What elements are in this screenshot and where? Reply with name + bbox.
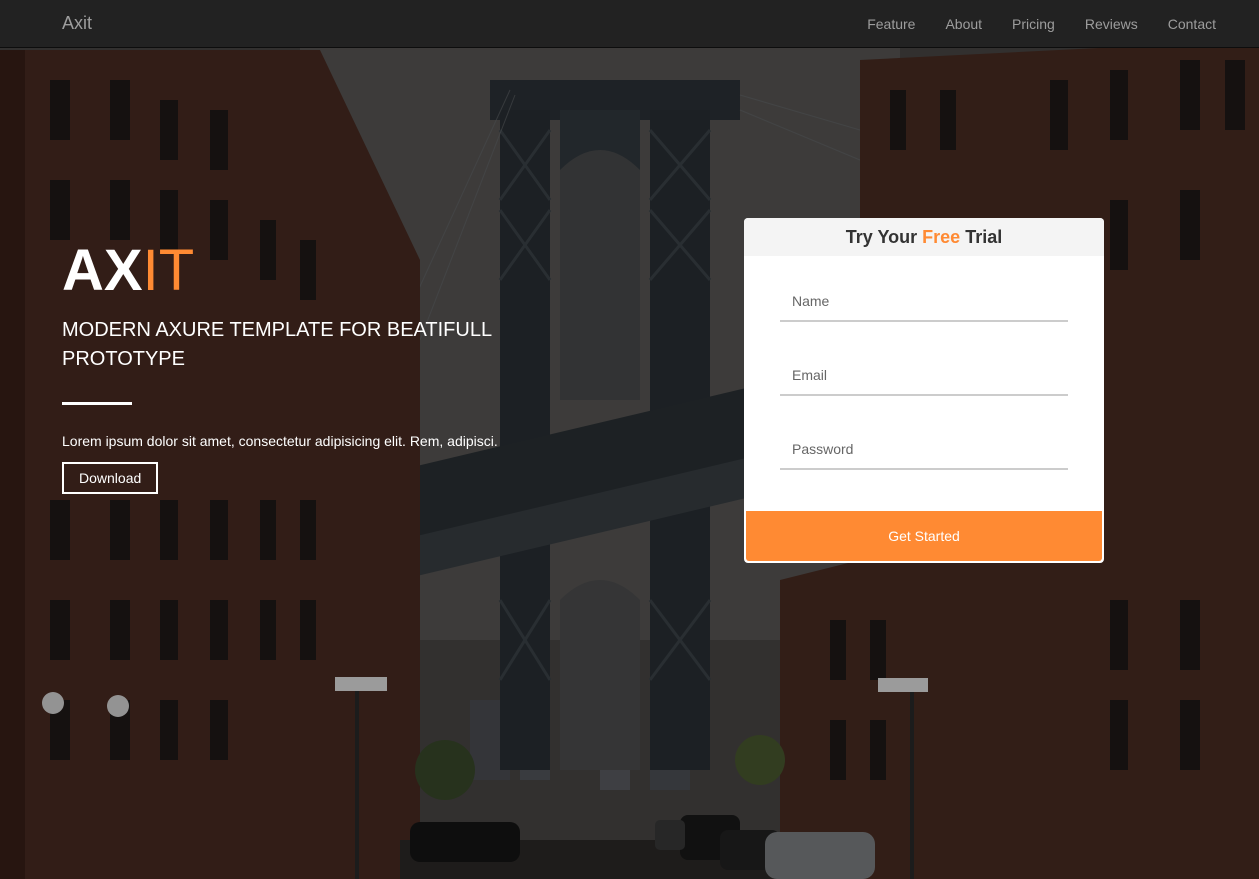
get-started-button[interactable]: Get Started [746, 511, 1102, 561]
email-input[interactable] [780, 356, 1068, 396]
trial-form-card: Try Your Free Trial Get Started [744, 218, 1104, 563]
navbar: Axit Feature About Pricing Reviews Conta… [0, 0, 1259, 48]
name-input[interactable] [780, 282, 1068, 322]
hero-divider [62, 402, 132, 405]
download-button[interactable]: Download [62, 462, 159, 494]
hero-title: AXIT [62, 240, 582, 302]
hero-content: AXIT MODERN AXURE TEMPLATE FOR BEATIFULL… [62, 240, 582, 494]
hero-subtitle: MODERN AXURE TEMPLATE FOR BEATIFULL PROT… [62, 319, 492, 370]
password-input[interactable] [780, 430, 1068, 470]
trial-title-suffix: Trial [965, 227, 1003, 247]
brand-link[interactable]: Axit [62, 13, 92, 34]
hero-title-ax: AX [62, 238, 143, 303]
nav-link-reviews[interactable]: Reviews [1070, 16, 1153, 32]
nav-links: Feature About Pricing Reviews Contact [852, 0, 1231, 48]
trial-title-prefix: Try Your [845, 227, 918, 247]
trial-form-title: Try Your Free Trial [744, 218, 1104, 256]
trial-title-highlight: Free [922, 227, 961, 247]
nav-link-about[interactable]: About [930, 16, 997, 32]
nav-link-pricing[interactable]: Pricing [997, 16, 1070, 32]
hero-title-it: IT [142, 238, 195, 303]
nav-link-feature[interactable]: Feature [852, 16, 930, 32]
nav-link-contact[interactable]: Contact [1153, 16, 1231, 32]
hero-description: Lorem ipsum dolor sit amet, consectetur … [62, 433, 498, 449]
